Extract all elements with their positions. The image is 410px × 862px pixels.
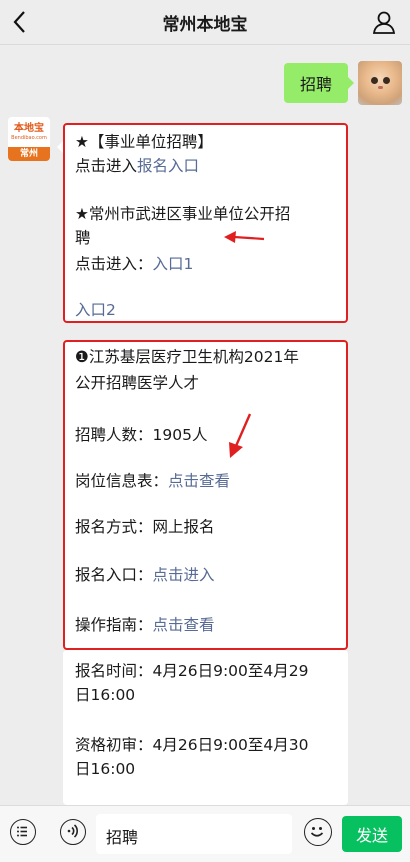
menu-list-icon[interactable] [10,819,36,845]
entry1-link[interactable]: 入口1 [153,255,194,273]
guide-label: 操作指南： [75,616,153,634]
card2-title-cont: 公开招聘医学人才 [75,374,200,392]
signup-entry-label: 报名入口： [75,566,153,584]
card1-wujin-title-cont: 聘 [75,229,91,247]
logo-name: 本地宝 [14,122,44,134]
input-bar: 招聘 发送 [0,805,410,862]
logo-city: 常州 [8,147,50,161]
card1-entry-prefix: 点击进入： [75,255,153,273]
annotation-arrow-icon [224,231,265,243]
message-input[interactable]: 招聘 [96,814,292,854]
entry2-link[interactable]: 入口2 [75,299,116,321]
signup-method: 报名方式：网上报名 [75,518,215,536]
account-avatar[interactable]: 本地宝 Bendibao.com 常州 [8,117,50,161]
user-profile-icon[interactable] [372,10,396,34]
recruit-count: 招聘人数：1905人 [75,426,208,444]
card1-heading: ★【事业单位招聘】 [75,133,213,151]
card1-enter-prefix: 点击进入 [75,157,138,175]
logo-sub: Bendibao.com [11,134,47,141]
chat-header: 常州本地宝 [0,0,410,45]
message-card-public-institution: ★【事业单位招聘】 点击进入报名入口 ★常州市武进区事业单位公开招 聘 点击进入… [57,123,348,323]
send-button[interactable]: 发送 [342,816,402,852]
card2-title: ❶江苏基层医疗卫生机构2021年 [75,348,299,366]
signup-entry-link[interactable]: 报名入口 [137,157,199,175]
signup-enter-link[interactable]: 点击进入 [153,566,215,584]
user-message-bubble[interactable]: 招聘 [283,63,355,103]
annotation-arrow-icon [229,413,252,458]
back-arrow-icon[interactable] [10,9,32,35]
signup-time: 报名时间：4月26日9:00至4月29 [75,662,309,680]
signup-time-cont: 日16:00 [75,686,136,704]
voice-icon[interactable] [60,819,86,845]
message-card-schedule: 报名时间：4月26日9:00至4月29 日16:00 资格初审：4月26日9:0… [63,650,348,805]
job-info-label: 岗位信息表： [75,472,169,490]
review-time: 资格初审：4月26日9:00至4月30 [75,736,309,754]
review-time-cont: 日16:00 [75,760,136,778]
emoji-icon[interactable] [304,818,332,846]
guide-link[interactable]: 点击查看 [153,616,215,634]
card1-wujin-title: ★常州市武进区事业单位公开招 [75,205,291,223]
user-avatar[interactable] [358,61,402,105]
chat-title: 常州本地宝 [162,14,248,35]
job-info-link[interactable]: 点击查看 [168,472,230,490]
message-card-medical-recruitment: ❶江苏基层医疗卫生机构2021年 公开招聘医学人才 招聘人数：1905人 岗位信… [63,340,348,650]
message-input-text: 招聘 [106,828,139,847]
user-message-text: 招聘 [299,75,332,94]
